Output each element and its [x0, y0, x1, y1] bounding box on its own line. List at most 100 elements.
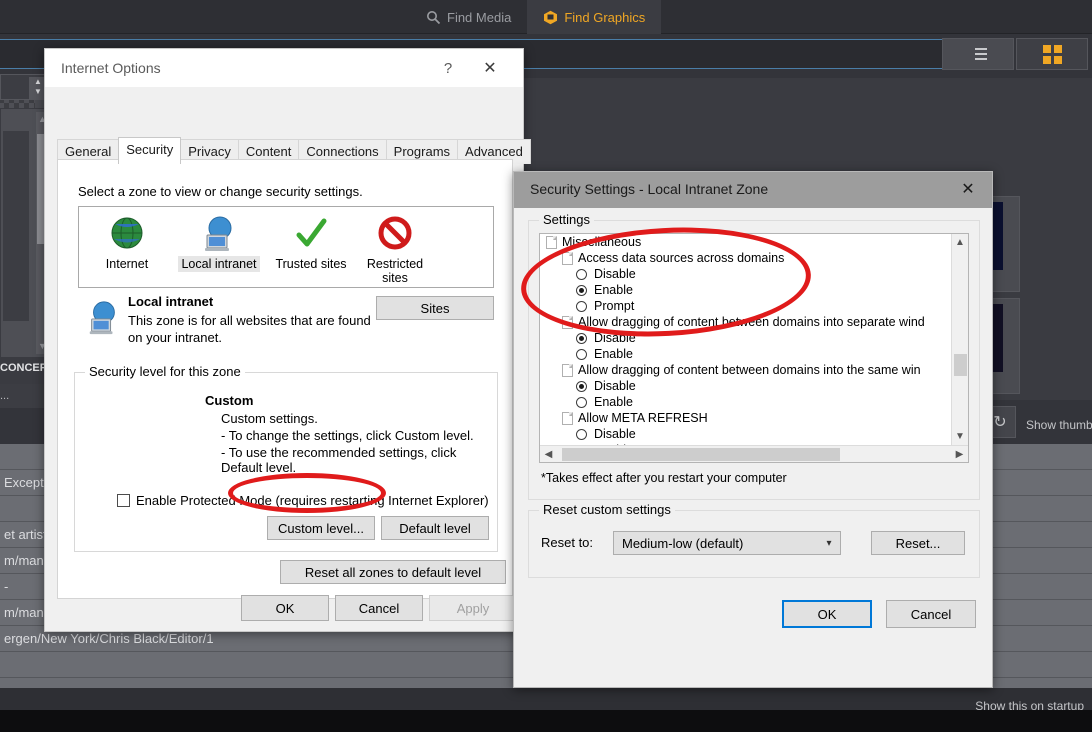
radio-prompt[interactable] [576, 300, 587, 312]
settings-option-label: Allow dragging of content between domain… [578, 363, 921, 377]
zone-detail-title: Local intranet [128, 294, 214, 309]
tab-security[interactable]: Security [118, 137, 182, 164]
radio-disable[interactable] [576, 380, 587, 392]
security-level-line1: Custom settings. [221, 411, 318, 426]
restart-note: *Takes effect after you restart your com… [541, 471, 787, 485]
close-icon[interactable]: ✕ [954, 179, 982, 201]
settings-option-label: Allow dragging of content between domain… [578, 315, 925, 329]
settings-option-label: Allow META REFRESH [578, 411, 708, 425]
reset-custom-settings-group: Reset custom settings Reset to: Medium-l… [528, 502, 980, 578]
security-level-name: Custom [205, 393, 254, 408]
globe-icon [107, 215, 147, 253]
protected-mode-checkbox[interactable] [117, 494, 130, 507]
list-icon [969, 45, 987, 63]
zone-selector: Internet Local intranet Trusted sites Re… [78, 206, 494, 288]
scroll-left-icon[interactable]: ◀ [540, 446, 557, 462]
settings-radio-row[interactable]: Enable [540, 346, 952, 362]
page-icon [562, 251, 573, 265]
radio-label: Disable [594, 427, 636, 441]
internet-options-titlebar: Internet Options ? ✕ [45, 49, 523, 87]
horizontal-scroll-thumb[interactable] [562, 448, 840, 461]
zone-intro-text: Select a zone to view or change security… [78, 184, 363, 199]
view-mode-buttons [942, 38, 1088, 70]
scroll-down-icon[interactable]: ▼ [952, 428, 968, 445]
sites-button[interactable]: Sites [376, 296, 494, 320]
security-level-buttons: Custom level... Default level [267, 516, 489, 540]
zone-restricted-sites-label: Restricted sites [366, 257, 424, 285]
radio-enable[interactable] [576, 284, 587, 296]
page-icon [562, 315, 573, 329]
reset-button[interactable]: Reset... [871, 531, 965, 555]
protected-mode-row[interactable]: Enable Protected Mode (requires restarti… [117, 493, 489, 508]
page-stepper[interactable]: ▲ ▼ [0, 74, 50, 100]
zone-internet[interactable]: Internet [83, 215, 171, 272]
settings-radio-row[interactable]: Disable [540, 330, 952, 346]
list-view-button[interactable] [942, 38, 1014, 70]
search-icon [426, 10, 441, 25]
help-icon[interactable]: ? [435, 58, 461, 80]
tab-find-graphics-label: Find Graphics [564, 9, 646, 25]
shield-graphic-icon [543, 10, 558, 25]
radio-label: Prompt [594, 299, 635, 313]
chevron-down-icon: ▾ [826, 537, 832, 549]
reset-to-select[interactable]: Medium-low (default) ▾ [613, 531, 841, 555]
grid-icon [1042, 44, 1062, 64]
settings-radio-row[interactable]: Prompt [540, 298, 952, 314]
ss-ok-button[interactable]: OK [782, 600, 872, 628]
tab-find-media[interactable]: Find Media [410, 0, 527, 34]
settings-radio-row[interactable]: Disable [540, 266, 952, 282]
radio-enable[interactable] [576, 396, 587, 408]
radio-label: Disable [594, 331, 636, 345]
tab-find-media-label: Find Media [447, 9, 512, 25]
scroll-right-icon[interactable]: ▶ [951, 446, 968, 462]
settings-vertical-scrollbar[interactable]: ▲ ▼ [951, 234, 968, 445]
zone-detail-icon [84, 300, 122, 336]
settings-radio-row[interactable]: Enable [540, 282, 952, 298]
settings-category[interactable]: Miscellaneous [540, 234, 952, 250]
zone-local-intranet[interactable]: Local intranet [175, 215, 263, 272]
reset-to-value: Medium-low (default) [622, 535, 744, 551]
security-tab-panel: Select a zone to view or change security… [57, 159, 513, 599]
security-settings-footer: OK Cancel [514, 600, 994, 628]
top-toolbar: Find Media Find Graphics [0, 0, 1092, 34]
radio-label: Disable [594, 267, 636, 281]
grid-view-button[interactable] [1016, 38, 1088, 70]
green-check-icon [291, 215, 331, 253]
zone-trusted-sites[interactable]: Trusted sites [267, 215, 355, 272]
settings-option[interactable]: Allow dragging of content between domain… [540, 362, 952, 378]
settings-tree[interactable]: Miscellaneous Access data sources across… [539, 233, 969, 463]
security-settings-dialog: Security Settings - Local Intranet Zone … [513, 171, 993, 688]
reset-to-label: Reset to: [541, 535, 594, 550]
io-cancel-button[interactable]: Cancel [335, 595, 423, 621]
close-icon[interactable]: ✕ [477, 57, 503, 81]
settings-radio-row[interactable]: Disable [540, 378, 952, 394]
internet-options-title: Internet Options [61, 60, 161, 76]
vertical-scroll-thumb[interactable] [954, 354, 967, 376]
radio-disable[interactable] [576, 268, 587, 280]
protected-mode-label: Enable Protected Mode (requires restarti… [136, 493, 489, 508]
zone-restricted-sites[interactable]: Restricted sites [351, 215, 439, 286]
radio-label: Enable [594, 283, 633, 297]
settings-option[interactable]: Allow dragging of content between domain… [540, 314, 952, 330]
zone-detail-description: This zone is for all websites that are f… [128, 313, 371, 345]
zone-trusted-sites-label: Trusted sites [275, 257, 347, 271]
io-apply-button: Apply [429, 595, 517, 621]
zone-internet-label: Internet [105, 257, 149, 271]
settings-radio-row[interactable]: Enable [540, 394, 952, 410]
radio-disable[interactable] [576, 332, 587, 344]
radio-label: Enable [594, 395, 633, 409]
ss-cancel-button[interactable]: Cancel [886, 600, 976, 628]
scroll-up-icon[interactable]: ▲ [952, 234, 968, 251]
radio-disable[interactable] [576, 428, 587, 440]
security-settings-title: Security Settings - Local Intranet Zone [530, 181, 769, 197]
settings-option[interactable]: Allow META REFRESH [540, 410, 952, 426]
tab-find-graphics[interactable]: Find Graphics [527, 0, 662, 34]
settings-radio-row[interactable]: Disable [540, 426, 952, 442]
radio-enable[interactable] [576, 348, 587, 360]
default-level-button[interactable]: Default level [381, 516, 489, 540]
custom-level-button[interactable]: Custom level... [267, 516, 375, 540]
settings-option[interactable]: Access data sources across domains [540, 250, 952, 266]
settings-horizontal-scrollbar[interactable]: ◀ ▶ [540, 445, 968, 462]
io-ok-button[interactable]: OK [241, 595, 329, 621]
reset-all-zones-button[interactable]: Reset all zones to default level [280, 560, 506, 584]
